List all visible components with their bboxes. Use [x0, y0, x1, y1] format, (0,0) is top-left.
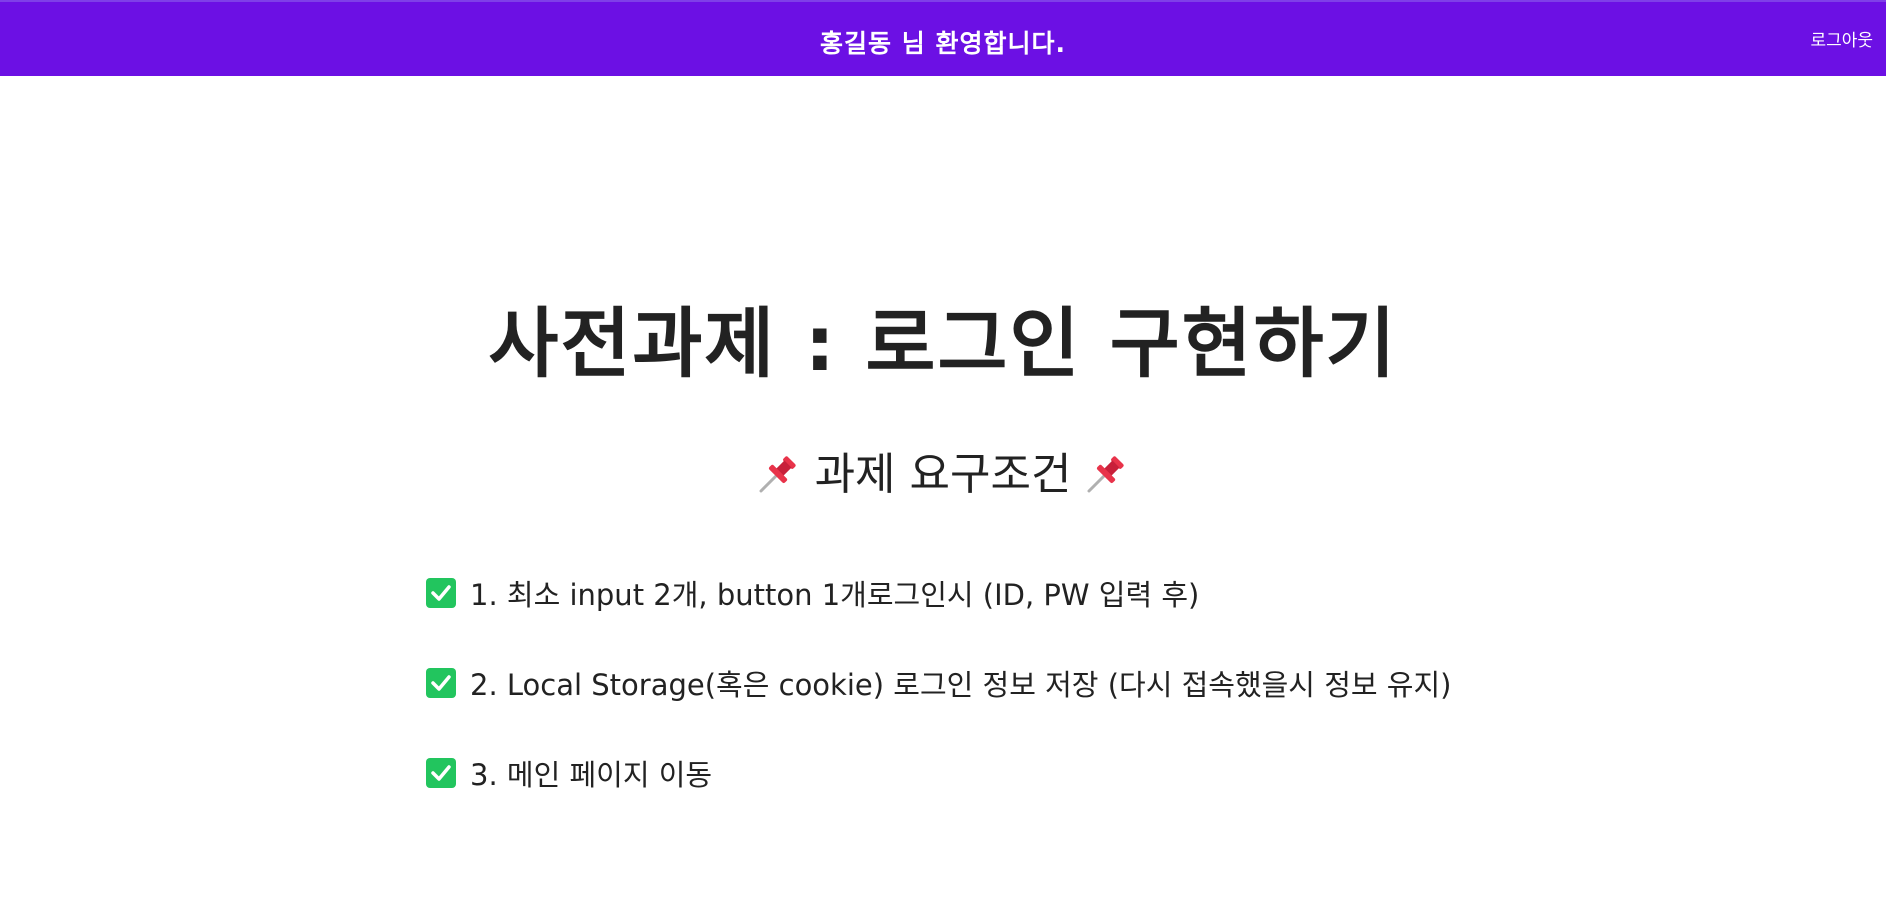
top-header: 홍길동 님 환영합니다. 로그아웃: [0, 0, 1886, 76]
list-item: 2. Local Storage(혹은 cookie) 로그인 정보 저장 (다…: [426, 668, 1451, 702]
requirements-heading-label: 과제 요구조건: [814, 449, 1072, 500]
check-mark-button-icon: [426, 758, 456, 788]
requirements-list: 1. 최소 input 2개, button 1개로그인시 (ID, PW 입력…: [426, 578, 1451, 848]
check-mark-button-icon: [426, 668, 456, 698]
check-mark-button-icon: [426, 578, 456, 608]
pushpin-icon: [1087, 456, 1125, 493]
requirement-text: 1. 최소 input 2개, button 1개로그인시 (ID, PW 입력…: [470, 578, 1200, 612]
pushpin-icon: [759, 456, 796, 493]
list-item: 1. 최소 input 2개, button 1개로그인시 (ID, PW 입력…: [426, 578, 1451, 612]
requirements-heading: 과제 요구조건: [0, 438, 1886, 502]
list-item: 3. 메인 페이지 이동: [426, 758, 1451, 792]
welcome-message: 홍길동 님 환영합니다.: [820, 29, 1066, 58]
requirement-text: 3. 메인 페이지 이동: [470, 758, 713, 792]
requirement-text: 2. Local Storage(혹은 cookie) 로그인 정보 저장 (다…: [470, 668, 1452, 702]
logout-link[interactable]: 로그아웃: [1810, 26, 1873, 51]
page-title: 사전과제 : 로그인 구현하기: [488, 299, 1398, 388]
